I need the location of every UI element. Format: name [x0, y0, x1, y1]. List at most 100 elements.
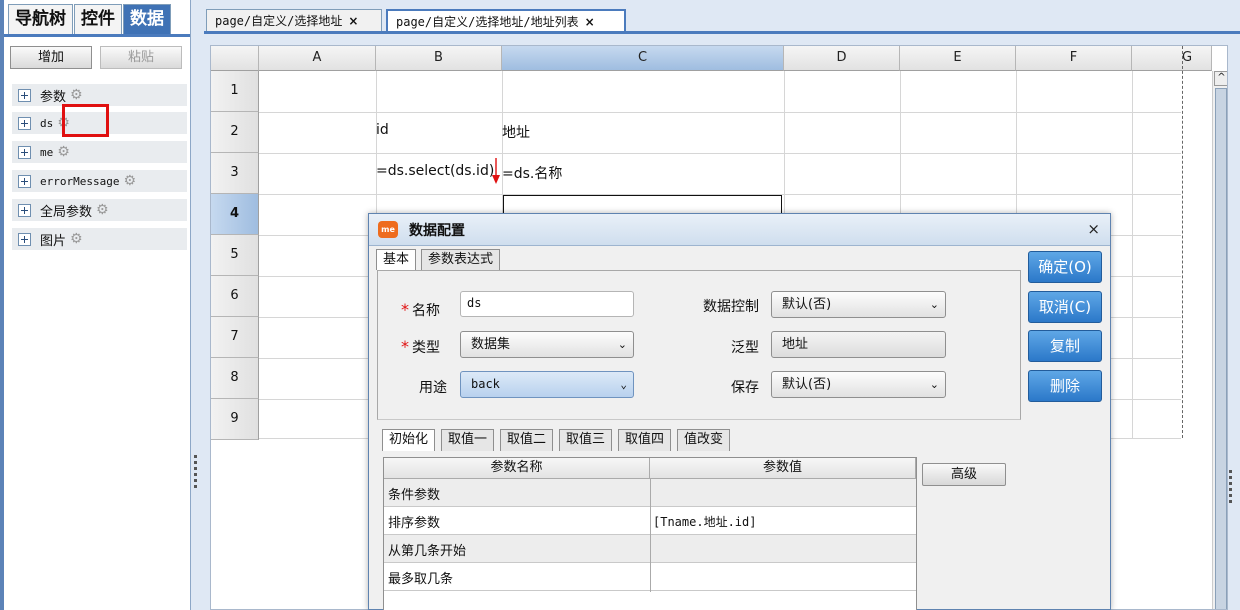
column-header[interactable]: B: [376, 46, 502, 71]
gear-icon[interactable]: ⚙: [70, 88, 83, 102]
grid-line: [259, 153, 1181, 154]
column-header[interactable]: F: [1016, 46, 1132, 71]
tree-item-label: 图片: [40, 233, 67, 249]
column-header[interactable]: D: [784, 46, 900, 71]
save-select[interactable]: 默认(否) ⌄: [771, 371, 946, 398]
column-header-param-value[interactable]: 参数值: [650, 458, 916, 479]
scroll-up-icon[interactable]: ^: [1214, 71, 1227, 86]
close-icon[interactable]: ×: [585, 15, 595, 29]
document-tab-bar: page/自定义/选择地址 × page/自定义/选择地址/地址列表 ×: [204, 0, 1240, 34]
tab-value-2[interactable]: 取值二: [500, 429, 554, 451]
expand-icon[interactable]: [18, 232, 31, 246]
row-header[interactable]: 2: [211, 112, 259, 153]
expand-icon[interactable]: [18, 116, 31, 130]
dialog-title-bar[interactable]: me 数据配置 ×: [369, 214, 1110, 246]
gear-icon[interactable]: ⚙: [96, 203, 109, 217]
param-table: 参数名称 参数值 条件参数 排序参数 [Tname.地址.id] 从第几条开始 …: [383, 457, 917, 610]
generic-label: 泛型: [731, 340, 759, 356]
row-header[interactable]: 1: [211, 71, 259, 112]
type-select[interactable]: 数据集 ⌄: [460, 331, 634, 358]
row-header[interactable]: 7: [211, 317, 259, 358]
chevron-down-icon: ⌄: [929, 378, 939, 391]
tab-param-expression[interactable]: 参数表达式: [421, 249, 501, 270]
gear-icon[interactable]: ⚙: [70, 232, 83, 246]
usage-select[interactable]: back ⌄: [460, 371, 634, 398]
save-label: 保存: [731, 380, 759, 396]
scroll-thumb[interactable]: [1215, 88, 1227, 609]
generic-field[interactable]: 地址: [771, 331, 946, 358]
delete-button[interactable]: 删除: [1028, 370, 1102, 402]
column-header[interactable]: E: [900, 46, 1016, 71]
cell-b3[interactable]: =ds.select(ds.id): [376, 163, 494, 179]
chevron-down-icon: ⌄: [617, 338, 627, 351]
tab-select-address[interactable]: page/自定义/选择地址 ×: [206, 9, 382, 34]
column-header[interactable]: G: [1132, 46, 1212, 71]
expand-icon[interactable]: [18, 145, 31, 159]
column-header[interactable]: A: [259, 46, 376, 71]
tree-item-me[interactable]: me ⚙: [12, 141, 187, 163]
tree-item-params[interactable]: 参数 ⚙: [12, 84, 187, 106]
expand-icon[interactable]: [18, 203, 31, 217]
expand-icon[interactable]: [18, 174, 31, 188]
tab-value-1[interactable]: 取值一: [441, 429, 495, 451]
row-header[interactable]: 4: [211, 194, 259, 235]
close-icon[interactable]: ×: [348, 14, 358, 28]
app-logo-icon: me: [378, 221, 398, 238]
row-header[interactable]: 6: [211, 276, 259, 317]
highlight-box: [62, 104, 109, 137]
tab-data[interactable]: 数据: [123, 4, 171, 34]
cell-c2[interactable]: 地址: [502, 122, 530, 142]
data-control-select[interactable]: 默认(否) ⌄: [771, 291, 946, 318]
column-header[interactable]: C: [502, 46, 784, 71]
arrow-down-icon: [492, 158, 500, 184]
grip-dots-icon: [194, 455, 197, 491]
tree-item-label: 全局参数: [40, 204, 93, 220]
advanced-button[interactable]: 高级: [922, 463, 1006, 486]
paste-button[interactable]: 粘贴: [100, 46, 182, 69]
tree-item-label: me: [40, 145, 54, 159]
left-tab-bar: 导航树 控件 数据: [8, 4, 172, 34]
cell-c3[interactable]: =ds.名称: [502, 163, 562, 183]
data-control-label: 数据控制: [703, 299, 759, 315]
app-window: 导航树 控件 数据 增加 粘贴 参数 ⚙ ds ⚙ me ⚙ errorMess…: [0, 0, 1240, 610]
gear-icon[interactable]: ⚙: [123, 174, 136, 188]
cancel-button[interactable]: 取消(C): [1028, 291, 1102, 323]
tab-value-3[interactable]: 取值三: [559, 429, 613, 451]
tree-item-label: errorMessage: [40, 174, 120, 188]
type-label: * 类型: [401, 337, 440, 356]
cell-b2[interactable]: id: [376, 122, 389, 138]
row-header[interactable]: 9: [211, 399, 259, 440]
row-header[interactable]: 8: [211, 358, 259, 399]
grip-dots-icon: [1229, 470, 1232, 506]
corner-cell[interactable]: [211, 46, 259, 71]
grid-line: [259, 112, 1181, 113]
panel-splitter[interactable]: [191, 0, 204, 610]
vertical-scrollbar[interactable]: ^: [1212, 71, 1227, 609]
tab-init[interactable]: 初始化: [382, 429, 436, 451]
column-divider: [650, 479, 651, 592]
data-config-dialog: me 数据配置 × 基本 参数表达式 * 名称 ds * 类型 数据集 ⌄ 用途 ba…: [368, 213, 1111, 610]
tab-navigation-tree[interactable]: 导航树: [8, 4, 73, 34]
tab-basic[interactable]: 基本: [376, 249, 417, 270]
copy-button[interactable]: 复制: [1028, 330, 1102, 362]
tab-label: page/自定义/选择地址: [215, 14, 343, 28]
gear-icon[interactable]: ⚙: [57, 145, 70, 159]
name-input[interactable]: ds: [460, 291, 634, 317]
close-icon[interactable]: ×: [1087, 220, 1100, 238]
add-button[interactable]: 增加: [10, 46, 92, 69]
tab-value-4[interactable]: 取值四: [618, 429, 672, 451]
row-header[interactable]: 3: [211, 153, 259, 194]
tab-value-change[interactable]: 值改变: [677, 429, 731, 451]
name-label: * 名称: [401, 300, 440, 319]
tree-item-error-message[interactable]: errorMessage ⚙: [12, 170, 187, 192]
ok-button[interactable]: 确定(O): [1028, 251, 1102, 283]
tab-address-list[interactable]: page/自定义/选择地址/地址列表 ×: [386, 9, 626, 34]
expand-icon[interactable]: [18, 88, 31, 102]
column-header-param-name[interactable]: 参数名称: [384, 458, 650, 479]
tree-item-global-params[interactable]: 全局参数 ⚙: [12, 199, 187, 221]
tab-controls[interactable]: 控件: [74, 4, 122, 34]
left-panel: 导航树 控件 数据 增加 粘贴 参数 ⚙ ds ⚙ me ⚙ errorMess…: [0, 0, 191, 610]
chevron-down-icon: ⌄: [620, 378, 627, 391]
row-header[interactable]: 5: [211, 235, 259, 276]
tree-item-images[interactable]: 图片 ⚙: [12, 228, 187, 250]
